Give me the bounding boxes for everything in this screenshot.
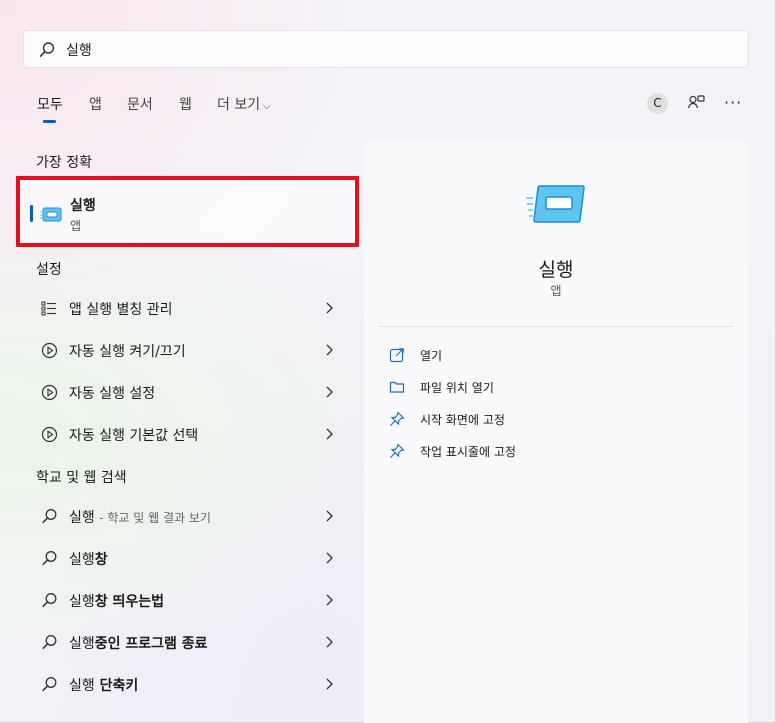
search-icon — [42, 551, 57, 566]
web-result-item[interactable]: 실행 단축키 — [28, 666, 348, 702]
settings-heading: 설정 — [36, 262, 62, 278]
tab-more[interactable]: 더 보기 ⌵ — [217, 94, 271, 114]
chevron-right-icon — [326, 636, 333, 648]
web-result-label: 실행창 띄우는법 — [69, 591, 164, 611]
search-box[interactable]: 실행 — [23, 30, 749, 68]
settings-item-label: 자동 실행 기본값 선택 — [69, 428, 199, 444]
chevron-right-icon — [326, 302, 333, 314]
chevron-right-icon — [326, 344, 333, 356]
web-result-prefix: 실행 — [69, 594, 95, 610]
web-result-label: 실행창 — [69, 549, 108, 569]
folder-icon — [389, 381, 405, 393]
tab-more-label: 더 보기 — [217, 97, 261, 113]
selection-indicator — [30, 205, 33, 222]
web-result-item[interactable]: 실행 - 학교 및 웹 결과 보기 — [28, 498, 348, 534]
chevron-right-icon — [326, 552, 333, 564]
web-result-completion: 창 띄우는법 — [94, 594, 165, 610]
web-result-label: 실행 - 학교 및 웹 결과 보기 — [69, 507, 211, 527]
tab-apps[interactable]: 앱 — [89, 94, 102, 114]
more-options-icon[interactable]: ··· — [724, 93, 742, 112]
open-file-location-label: 파일 위치 열기 — [420, 381, 494, 395]
chevron-right-icon — [326, 386, 333, 398]
autoplay-icon — [41, 426, 58, 443]
list-settings-icon — [41, 301, 56, 316]
tab-all[interactable]: 모두 — [37, 94, 63, 114]
web-result-item[interactable]: 실행창 띄우는법 — [28, 582, 348, 618]
web-result-item[interactable]: 실행창 — [28, 540, 348, 576]
chevron-right-icon — [326, 510, 333, 522]
best-match-name: 실행 — [70, 198, 96, 214]
autoplay-icon — [41, 384, 58, 401]
search-icon — [42, 509, 57, 524]
search-icon — [39, 42, 55, 57]
settings-item-autoplay-settings[interactable]: 자동 실행 설정 — [28, 374, 348, 410]
open-action[interactable]: 열기 — [389, 344, 719, 368]
web-result-completion: 창 — [94, 552, 108, 568]
chevron-right-icon — [326, 428, 333, 440]
web-result-prefix: 실행 — [69, 552, 95, 568]
tab-documents[interactable]: 문서 — [127, 94, 153, 114]
pin-to-taskbar-label: 작업 표시줄에 고정 — [420, 445, 516, 459]
pin-icon — [390, 411, 405, 426]
autoplay-icon — [41, 342, 58, 359]
detail-title: 실행 — [538, 259, 574, 281]
open-icon — [389, 348, 404, 363]
best-match-item[interactable]: 실행 앱 — [16, 176, 359, 247]
run-app-icon — [40, 207, 62, 222]
settings-item-label: 자동 실행 켜기/끄기 — [69, 344, 186, 360]
run-app-icon — [526, 185, 585, 223]
web-result-completion: 중인 프로그램 종료 — [94, 636, 208, 652]
settings-item-app-alias[interactable]: 앱 실행 별칭 관리 — [28, 290, 348, 326]
account-share-icon[interactable] — [686, 93, 706, 113]
web-result-item[interactable]: 실행중인 프로그램 종료 — [28, 624, 348, 660]
detail-pane: 실행 앱 열기 파일 위치 열기 시작 화면에 고정 작업 표시줄에 고정 — [364, 141, 748, 723]
web-result-completion: 단축키 — [94, 678, 139, 694]
settings-item-autoplay-defaults[interactable]: 자동 실행 기본값 선택 — [28, 416, 348, 452]
tab-web[interactable]: 웹 — [179, 94, 192, 114]
settings-item-label: 앱 실행 별칭 관리 — [69, 302, 173, 318]
web-result-label: 실행중인 프로그램 종료 — [69, 633, 208, 653]
pin-icon — [390, 443, 405, 458]
avatar[interactable]: C — [647, 93, 668, 114]
best-match-type: 앱 — [70, 219, 82, 233]
active-tab-indicator — [43, 120, 56, 123]
open-file-location-action[interactable]: 파일 위치 열기 — [389, 376, 719, 400]
search-icon — [42, 677, 57, 692]
pin-to-taskbar-action[interactable]: 작업 표시줄에 고정 — [389, 440, 719, 464]
chevron-right-icon — [326, 594, 333, 606]
settings-item-autoplay-toggle[interactable]: 자동 실행 켜기/끄기 — [28, 332, 348, 368]
pin-to-start-label: 시작 화면에 고정 — [420, 413, 505, 427]
web-result-prefix: 실행 — [69, 678, 95, 694]
divider — [379, 326, 733, 327]
search-icon — [42, 593, 57, 608]
detail-subtitle: 앱 — [550, 284, 562, 298]
settings-item-label: 자동 실행 설정 — [69, 386, 156, 402]
pin-to-start-action[interactable]: 시작 화면에 고정 — [389, 408, 719, 432]
best-match-heading: 가장 정확 — [36, 155, 92, 171]
search-input[interactable]: 실행 — [66, 40, 92, 60]
web-result-suffix: - 학교 및 웹 결과 보기 — [99, 511, 211, 525]
web-search-heading: 학교 및 웹 검색 — [36, 470, 127, 486]
chevron-right-icon — [326, 678, 333, 690]
open-action-label: 열기 — [420, 349, 443, 363]
web-result-prefix: 실행 — [69, 636, 95, 652]
web-result-label: 실행 단축키 — [69, 675, 138, 695]
search-icon — [42, 635, 57, 650]
web-result-query: 실행 — [69, 510, 95, 526]
chevron-down-icon: ⌵ — [263, 101, 271, 112]
